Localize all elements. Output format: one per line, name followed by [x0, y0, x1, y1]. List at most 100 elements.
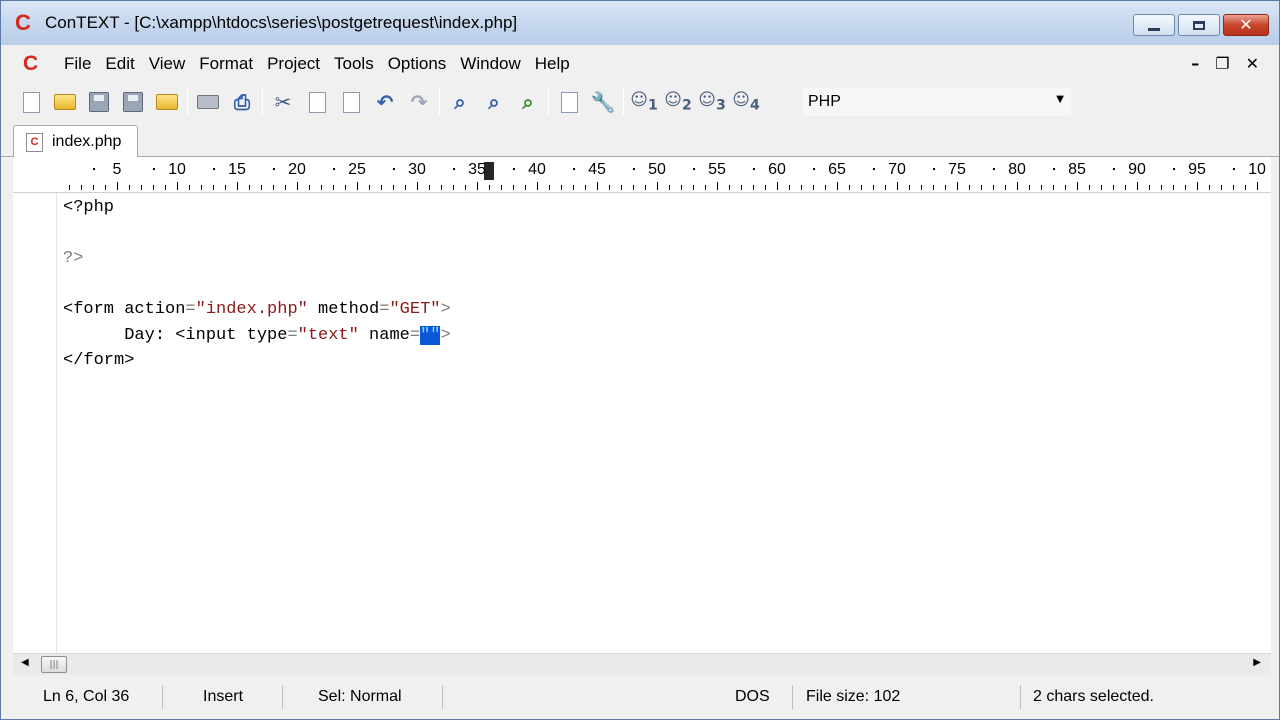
- ruler-tick: [321, 185, 322, 190]
- menu-tools[interactable]: Tools: [327, 54, 381, 74]
- ruler-tick: [153, 185, 154, 190]
- ruler-dot: [1113, 168, 1115, 170]
- ruler-number: 10: [168, 161, 186, 178]
- replace-button[interactable]: ⌕: [514, 88, 542, 116]
- ruler-tick: [513, 185, 514, 190]
- ruler-number: 75: [948, 161, 966, 178]
- ruler-dot: [1053, 168, 1055, 170]
- scrollbar-thumb[interactable]: |||: [41, 656, 67, 673]
- code-line[interactable]: [63, 272, 451, 298]
- toolbar-separator: [623, 88, 624, 116]
- save-all-button[interactable]: [119, 88, 147, 116]
- ruler-number: 40: [528, 161, 546, 178]
- close-icon: ✕: [1239, 15, 1253, 34]
- ruler-tick: [585, 185, 586, 190]
- menu-options[interactable]: Options: [381, 54, 454, 74]
- ruler-tick: [1137, 182, 1138, 190]
- menu-project[interactable]: Project: [260, 54, 327, 74]
- code-line[interactable]: ?>: [63, 246, 451, 272]
- ruler-tick: [693, 185, 694, 190]
- code-text[interactable]: <?php ?> <form action="index.php" method…: [63, 195, 451, 374]
- menu-edit[interactable]: Edit: [98, 54, 141, 74]
- tab-index-php[interactable]: C index.php: [13, 125, 138, 158]
- doc-minimize-icon[interactable]: –: [1191, 54, 1199, 73]
- user-command-1-label: 1: [647, 97, 658, 114]
- scissors-icon: ✂: [274, 90, 292, 114]
- ruler-tick: [657, 182, 658, 190]
- ruler-tick: [429, 185, 430, 190]
- ruler-tick: [957, 182, 958, 190]
- undo-button[interactable]: ↶: [371, 88, 399, 116]
- status-selection-mode: Sel: Normal: [283, 685, 443, 709]
- user-command-2-button[interactable]: ☺2: [664, 88, 692, 116]
- highlighter-select[interactable]: PHP ▼: [803, 88, 1071, 116]
- scroll-left-icon[interactable]: ◀: [21, 657, 29, 668]
- ruler-tick: [1101, 185, 1102, 190]
- title-bar[interactable]: C ConTEXT - [C:\xampp\htdocs\series\post…: [1, 1, 1279, 45]
- paste-button[interactable]: [337, 88, 365, 116]
- user-command-3-button[interactable]: ☺3: [698, 88, 726, 116]
- code-line[interactable]: Day: <input type="text" name="">: [63, 323, 451, 349]
- ruler-tick: [1149, 185, 1150, 190]
- user-command-3-icon: ☺3: [698, 90, 726, 114]
- user-command-1-icon: ☺1: [630, 90, 658, 114]
- ruler-tick: [717, 182, 718, 190]
- print-button[interactable]: [194, 88, 222, 116]
- ruler-number: 15: [228, 161, 246, 178]
- scroll-right-icon[interactable]: ▶: [1253, 657, 1261, 668]
- horizontal-scrollbar[interactable]: ◀ ||| ▶: [13, 653, 1271, 675]
- ruler-tick: [333, 185, 334, 190]
- settings-button[interactable]: 🔧: [589, 88, 617, 116]
- code-token: >: [440, 325, 451, 345]
- redo-button[interactable]: ↷: [405, 88, 433, 116]
- ruler-dot: [633, 168, 635, 170]
- status-position: Ln 6, Col 36: [13, 685, 163, 709]
- menu-window[interactable]: Window: [453, 54, 527, 74]
- ruler-tick: [225, 185, 226, 190]
- cut-button[interactable]: ✂: [269, 88, 297, 116]
- menu-file[interactable]: File: [57, 54, 98, 74]
- close-button[interactable]: ✕: [1223, 14, 1269, 36]
- dropdown-arrow-icon: ▼: [1056, 94, 1064, 105]
- user-command-3-label: 3: [715, 97, 726, 114]
- ruler-tick: [561, 185, 562, 190]
- find-next-button[interactable]: ⌕: [480, 88, 508, 116]
- code-line[interactable]: </form>: [63, 348, 451, 374]
- ruler-tick: [417, 182, 418, 190]
- ruler-tick: [1173, 185, 1174, 190]
- new-file-button[interactable]: [17, 88, 45, 116]
- code-line[interactable]: <form action="index.php" method="GET">: [63, 297, 451, 323]
- code-line[interactable]: [63, 221, 451, 247]
- print-preview-button[interactable]: ⎙: [228, 88, 256, 116]
- ruler-tick: [969, 185, 970, 190]
- minimize-button[interactable]: [1133, 14, 1175, 36]
- menu-bar: C File Edit View Format Project Tools Op…: [1, 45, 1279, 83]
- user-command-4-button[interactable]: ☺4: [732, 88, 760, 116]
- ruler-dot: [993, 168, 995, 170]
- toggle-view-button[interactable]: [555, 88, 583, 116]
- menu-help[interactable]: Help: [528, 54, 577, 74]
- maximize-button[interactable]: [1178, 14, 1220, 36]
- ruler-tick: [1185, 185, 1186, 190]
- code-line[interactable]: <?php: [63, 195, 451, 221]
- code-token: <?php: [63, 198, 115, 217]
- code-editor[interactable]: <?php ?> <form action="index.php" method…: [13, 193, 1271, 653]
- user-command-1-button[interactable]: ☺1: [630, 88, 658, 116]
- ruler-tick: [405, 185, 406, 190]
- editor-gutter: [13, 193, 57, 653]
- save-button[interactable]: [85, 88, 113, 116]
- code-token: =: [287, 325, 298, 345]
- menu-format[interactable]: Format: [192, 54, 260, 74]
- menu-view[interactable]: View: [142, 54, 193, 74]
- find-button[interactable]: ⌕: [446, 88, 474, 116]
- ruler-tick: [1125, 185, 1126, 190]
- copy-button[interactable]: [303, 88, 331, 116]
- doc-close-icon[interactable]: ✕: [1246, 54, 1259, 73]
- open-file-button[interactable]: [51, 88, 79, 116]
- open-project-button[interactable]: [153, 88, 181, 116]
- ruler-tick: [1209, 185, 1210, 190]
- ruler-tick: [633, 185, 634, 190]
- project-folder-icon: [156, 94, 178, 110]
- document-menu-icon[interactable]: C: [23, 53, 45, 75]
- doc-restore-icon[interactable]: ❐: [1215, 54, 1229, 73]
